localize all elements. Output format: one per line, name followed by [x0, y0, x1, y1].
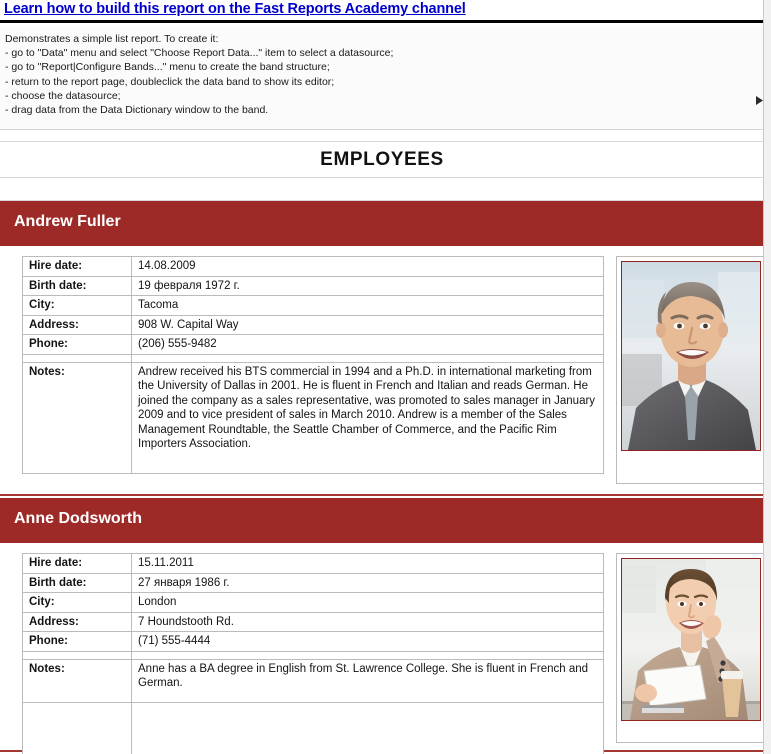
description-line: - drag data from the Data Dictionary win…: [5, 104, 269, 117]
description-band: Demonstrates a simple list report. To cr…: [0, 26, 764, 130]
employee-photo: [621, 558, 761, 721]
description-line: Demonstrates a simple list report. To cr…: [5, 33, 219, 45]
notes-label: Notes:: [22, 658, 132, 703]
table-row: City: Tacoma: [22, 295, 604, 316]
preview-surface[interactable]: Learn how to build this report on the Fa…: [0, 0, 771, 754]
table-row: Hire date: 14.08.2009: [22, 256, 604, 277]
city-label: City:: [22, 295, 132, 316]
employee-detail-table: Hire date: 14.08.2009 Birth date: 19 фев…: [22, 256, 604, 474]
phone-value: (71) 555-4444: [131, 631, 604, 652]
fast-reports-academy-link[interactable]: Learn how to build this report on the Fa…: [4, 1, 466, 17]
table-spacer-row: [22, 650, 604, 660]
employee-header-band: Andrew Fuller: [0, 201, 764, 246]
table-row: Birth date: 27 января 1986 г.: [22, 572, 604, 593]
employee-header-band: Anne Dodsworth: [0, 498, 764, 543]
birth-date-value: 27 января 1986 г.: [131, 572, 604, 593]
table-spacer-row: [22, 353, 604, 363]
woman-portrait-photo-icon: [622, 559, 760, 720]
vertical-scrollbar[interactable]: [764, 0, 771, 754]
employee-name: Andrew Fuller: [14, 213, 121, 230]
table-row: Notes: Anne has a BA degree in English f…: [22, 658, 604, 703]
phone-label: Phone:: [22, 631, 132, 652]
scroll-position-marker-icon: [756, 96, 763, 105]
city-value: London: [131, 592, 604, 613]
description-text: Demonstrates a simple list report. To cr…: [5, 32, 393, 117]
employee-detail-band: Hire date: 14.08.2009 Birth date: 19 фев…: [0, 246, 766, 496]
employee-record: Anne Dodsworth Hire date: 15.11.2011 Bir…: [0, 498, 766, 754]
birth-date-value: 19 февраля 1972 г.: [131, 275, 604, 296]
employee-record: Andrew Fuller Hire date: 14.08.2009 Birt…: [0, 201, 766, 496]
description-line: - go to "Report|Configure Bands..." menu…: [5, 61, 330, 74]
spacer-band-top: [0, 130, 764, 142]
city-label: City:: [22, 592, 132, 613]
address-label: Address:: [22, 314, 132, 335]
description-line: - choose the datasource;: [5, 89, 121, 102]
table-spacer-cell: [22, 650, 132, 660]
table-row: Birth date: 19 февраля 1972 г.: [22, 275, 604, 296]
report-title-band: EMPLOYEES: [0, 143, 764, 178]
address-label: Address:: [22, 611, 132, 632]
address-value: 908 W. Capital Way: [131, 314, 604, 335]
employee-photo-frame: [616, 256, 766, 484]
hire-date-label: Hire date:: [22, 256, 132, 277]
notes-overflow-label: [22, 701, 132, 754]
birth-date-label: Birth date:: [22, 572, 132, 593]
birth-date-label: Birth date:: [22, 275, 132, 296]
address-value: 7 Houndstooth Rd.: [131, 611, 604, 632]
table-row: City: London: [22, 592, 604, 613]
report-page: Learn how to build this report on the Fa…: [0, 0, 766, 754]
phone-label: Phone:: [22, 334, 132, 355]
table-row: Hire date: 15.11.2011: [22, 553, 604, 574]
description-line: - go to "Data" menu and select "Choose R…: [5, 47, 394, 60]
table-row: Phone: (206) 555-9482: [22, 334, 604, 355]
table-row: Address: 7 Houndstooth Rd.: [22, 611, 604, 632]
table-row: Notes: Andrew received his BTS commercia…: [22, 361, 604, 474]
notes-value: Anne has a BA degree in English from St.…: [131, 658, 604, 703]
table-row: Phone: (71) 555-4444: [22, 631, 604, 652]
employee-photo: [621, 261, 761, 451]
employee-name: Anne Dodsworth: [14, 510, 142, 527]
man-portrait-photo-icon: [622, 262, 760, 450]
page-title: EMPLOYEES: [320, 149, 444, 170]
notes-overflow-value: [131, 701, 604, 754]
table-row: [22, 701, 604, 754]
hire-date-value: 14.08.2009: [131, 256, 604, 277]
hire-date-value: 15.11.2011: [131, 553, 604, 574]
hire-date-label: Hire date:: [22, 553, 132, 574]
notes-value: Andrew received his BTS commercial in 19…: [131, 361, 604, 474]
table-spacer-cell: [131, 353, 604, 363]
link-band: Learn how to build this report on the Fa…: [0, 0, 764, 23]
phone-value: (206) 555-9482: [131, 334, 604, 355]
spacer-band-below-title: [0, 179, 764, 201]
table-spacer-cell: [22, 353, 132, 363]
notes-label: Notes:: [22, 361, 132, 474]
description-line: - return to the report page, doubleclick…: [5, 75, 335, 88]
city-value: Tacoma: [131, 295, 604, 316]
table-spacer-cell: [131, 650, 604, 660]
employee-photo-frame: [616, 553, 766, 743]
employee-detail-table: Hire date: 15.11.2011 Birth date: 27 янв…: [22, 553, 604, 754]
employee-detail-band: Hire date: 15.11.2011 Birth date: 27 янв…: [0, 543, 766, 754]
table-row: Address: 908 W. Capital Way: [22, 314, 604, 335]
